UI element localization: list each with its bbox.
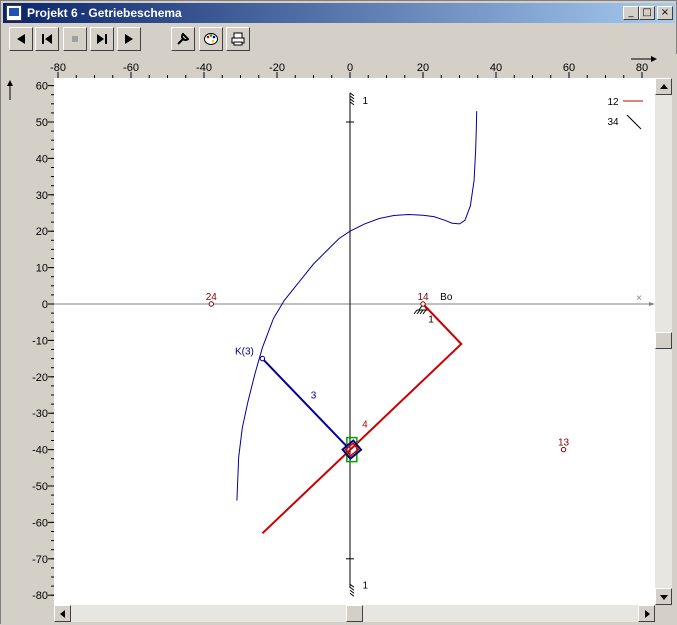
app-window: Projekt 6 - Getriebeschema _ □ × -80 -60… bbox=[0, 0, 677, 625]
play-forward-button[interactable] bbox=[117, 27, 141, 51]
maximize-button[interactable]: □ bbox=[639, 6, 655, 20]
point-label: 1 bbox=[363, 96, 369, 107]
minimize-button[interactable]: _ bbox=[623, 6, 639, 20]
y-tick-label: -80 bbox=[32, 590, 48, 602]
point-label: Bo bbox=[440, 292, 453, 303]
skip-end-icon bbox=[97, 34, 107, 44]
point-label: 14 bbox=[417, 292, 429, 303]
y-tick-label: -60 bbox=[32, 517, 48, 529]
y-tick-label: 10 bbox=[36, 263, 48, 275]
vertical-scroll-thumb[interactable] bbox=[655, 332, 672, 349]
point-label: 3 bbox=[311, 391, 317, 402]
scrollbar-corner bbox=[655, 605, 672, 622]
axis-end-marker: × bbox=[636, 293, 642, 304]
scroll-right-button[interactable] bbox=[638, 605, 655, 622]
play-left-icon bbox=[17, 34, 25, 44]
vertical-scrollbar[interactable] bbox=[655, 78, 672, 605]
point-label: K(3) bbox=[235, 347, 254, 358]
legend-label: 34 bbox=[607, 117, 619, 128]
y-tick-label: -50 bbox=[32, 481, 48, 493]
arrow-up-icon bbox=[660, 84, 668, 89]
play-backward-button[interactable] bbox=[9, 27, 33, 51]
plot-background bbox=[54, 78, 655, 605]
y-tick-label: 60 bbox=[36, 81, 48, 93]
stop-button[interactable] bbox=[63, 27, 87, 51]
horizontal-scrollbar[interactable] bbox=[54, 605, 655, 622]
arrow-left-icon bbox=[60, 610, 65, 618]
palette-icon bbox=[204, 33, 218, 45]
y-tick-label: -20 bbox=[32, 372, 48, 384]
y-tick-label: 30 bbox=[36, 190, 48, 202]
skip-start-icon bbox=[42, 34, 52, 44]
point-label: 1 bbox=[428, 315, 434, 326]
chart-area: -80 -60 -40 -20 0 20 40 60 80 60 50 40 30 20 10 0 -10 -20… bbox=[1, 54, 677, 625]
print-button[interactable] bbox=[226, 27, 250, 51]
y-direction-arrowhead bbox=[7, 80, 13, 86]
scroll-up-button[interactable] bbox=[655, 78, 672, 95]
skip-to-end-button[interactable] bbox=[90, 27, 114, 51]
point-label: 24 bbox=[206, 292, 218, 303]
y-tick-label: 40 bbox=[36, 153, 48, 165]
y-tick-label: -30 bbox=[32, 408, 48, 420]
y-tick-label: -10 bbox=[32, 335, 48, 347]
horizontal-scroll-thumb[interactable] bbox=[346, 605, 363, 622]
skip-to-start-button[interactable] bbox=[35, 27, 59, 51]
play-right-icon bbox=[125, 34, 133, 44]
arrow-down-icon bbox=[660, 595, 668, 600]
stop-icon bbox=[72, 36, 78, 42]
scroll-left-button[interactable] bbox=[54, 605, 71, 622]
point-label: 4 bbox=[362, 419, 368, 430]
scroll-down-button[interactable] bbox=[655, 588, 672, 605]
x-direction-arrowhead bbox=[651, 56, 657, 62]
y-tick-label: -70 bbox=[32, 554, 48, 566]
legend-label: 12 bbox=[607, 97, 619, 108]
point-label: 1 bbox=[363, 580, 369, 591]
close-button[interactable]: × bbox=[657, 6, 673, 20]
y-tick-label: 20 bbox=[36, 226, 48, 238]
settings-tool-button[interactable] bbox=[171, 27, 195, 51]
arrow-right-icon bbox=[645, 610, 650, 618]
y-tick-label: 0 bbox=[42, 299, 48, 311]
title-bar[interactable]: Projekt 6 - Getriebeschema _ □ × bbox=[3, 3, 675, 23]
y-tick-label: 50 bbox=[36, 117, 48, 129]
color-palette-button[interactable] bbox=[199, 27, 223, 51]
window-title: Projekt 6 - Getriebeschema bbox=[27, 6, 182, 20]
wrench-icon bbox=[177, 32, 190, 45]
joint-marker-k3[interactable] bbox=[259, 355, 266, 362]
point-label: 13 bbox=[558, 438, 570, 449]
kinematic-chart[interactable]: -80 -60 -40 -20 0 20 40 60 806050403020100-10-20… bbox=[1, 54, 677, 625]
printer-icon bbox=[231, 32, 245, 46]
app-icon[interactable] bbox=[6, 5, 22, 21]
y-tick-label: -40 bbox=[32, 445, 48, 457]
toolbar bbox=[3, 24, 675, 54]
